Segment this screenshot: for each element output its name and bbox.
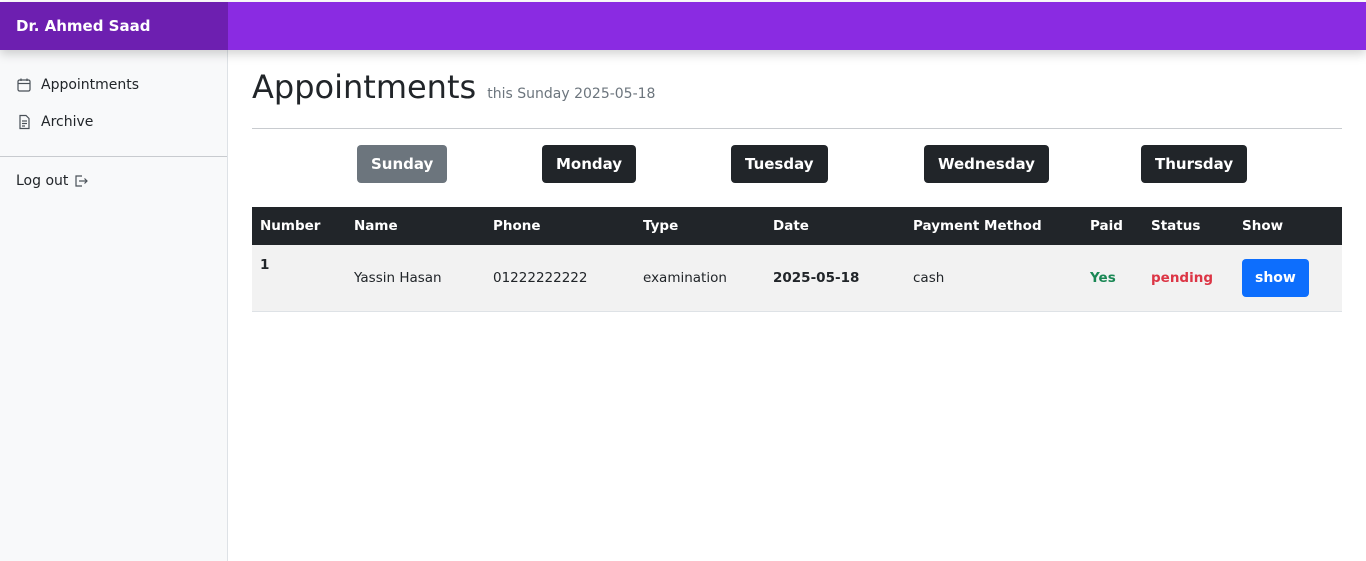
day-button-tuesday[interactable]: Tuesday bbox=[731, 145, 828, 183]
header-divider bbox=[252, 128, 1342, 129]
page-subtitle: this Sunday 2025-05-18 bbox=[487, 86, 656, 102]
column-header-phone: Phone bbox=[485, 207, 635, 245]
cell-payment-method: cash bbox=[905, 245, 1082, 312]
show-button[interactable]: show bbox=[1242, 259, 1309, 297]
column-header-name: Name bbox=[346, 207, 485, 245]
top-navbar: Dr. Ahmed Saad bbox=[0, 2, 1366, 50]
logout-link[interactable]: Log out bbox=[16, 173, 89, 189]
brand-name[interactable]: Dr. Ahmed Saad bbox=[0, 2, 228, 50]
column-header-type: Type bbox=[635, 207, 765, 245]
cell-name: Yassin Hasan bbox=[346, 245, 485, 312]
cell-type: examination bbox=[635, 245, 765, 312]
file-text-icon bbox=[16, 114, 32, 130]
sidebar-item-label: Archive bbox=[41, 114, 94, 130]
table-header-row: Number Name Phone Type Date Payment Meth… bbox=[252, 207, 1342, 245]
sidebar: Appointments Archive Log out bbox=[0, 50, 228, 561]
column-header-date: Date bbox=[765, 207, 905, 245]
cell-number: 1 bbox=[252, 245, 346, 312]
day-button-wednesday[interactable]: Wednesday bbox=[924, 145, 1049, 183]
column-header-paid: Paid bbox=[1082, 207, 1143, 245]
cell-status: pending bbox=[1143, 245, 1234, 312]
day-button-monday[interactable]: Monday bbox=[542, 145, 637, 183]
column-header-show: Show bbox=[1234, 207, 1342, 245]
appointments-table: Number Name Phone Type Date Payment Meth… bbox=[252, 207, 1342, 312]
calendar-icon bbox=[16, 77, 32, 93]
box-arrow-right-icon bbox=[73, 173, 89, 189]
cell-show: show bbox=[1234, 245, 1342, 312]
logout-label: Log out bbox=[16, 173, 69, 189]
cell-date: 2025-05-18 bbox=[765, 245, 905, 312]
column-header-payment-method: Payment Method bbox=[905, 207, 1082, 245]
page-title: Appointments bbox=[252, 68, 477, 106]
day-button-sunday[interactable]: Sunday bbox=[357, 145, 448, 183]
sidebar-item-appointments[interactable]: Appointments bbox=[16, 73, 139, 97]
page-header: Appointments this Sunday 2025-05-18 bbox=[252, 68, 655, 106]
cell-phone: 01222222222 bbox=[485, 245, 635, 312]
sidebar-divider bbox=[0, 156, 227, 157]
table-row: 1 Yassin Hasan 01222222222 examination 2… bbox=[252, 245, 1342, 312]
sidebar-item-label: Appointments bbox=[41, 77, 140, 93]
cell-paid: Yes bbox=[1082, 245, 1143, 312]
column-header-number: Number bbox=[252, 207, 346, 245]
column-header-status: Status bbox=[1143, 207, 1234, 245]
sidebar-item-archive[interactable]: Archive bbox=[16, 110, 93, 134]
day-button-thursday[interactable]: Thursday bbox=[1141, 145, 1248, 183]
